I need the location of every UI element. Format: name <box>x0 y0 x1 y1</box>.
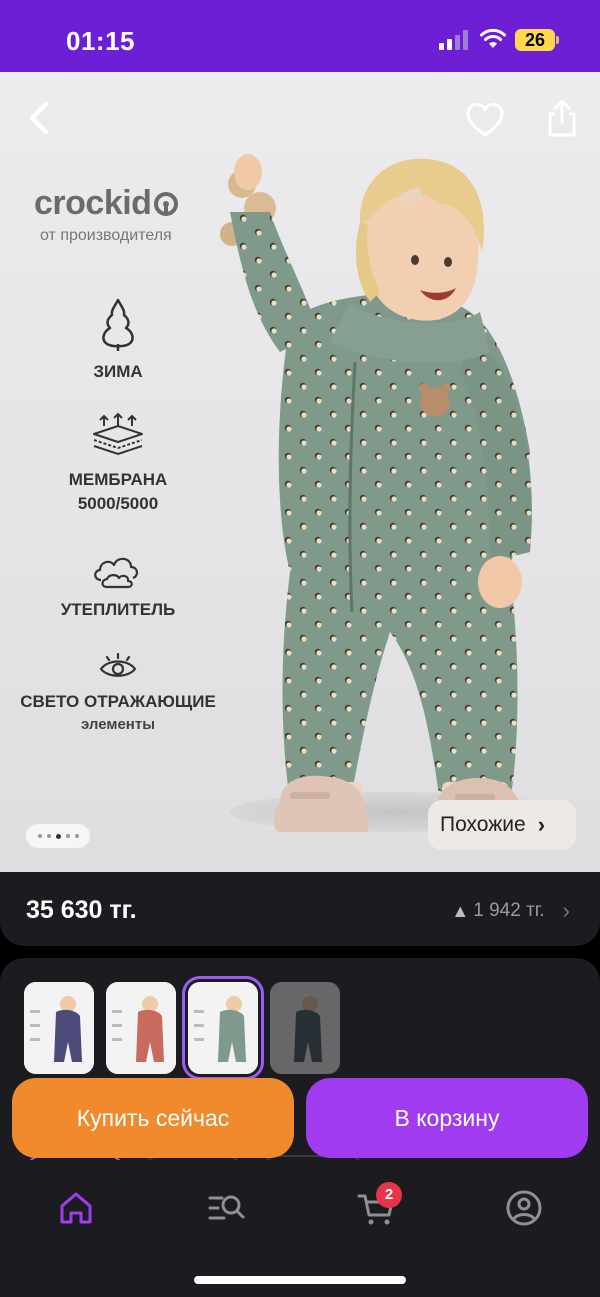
back-button[interactable] <box>22 98 58 138</box>
page-dot <box>37 834 42 838</box>
color-variant-coral[interactable] <box>106 982 176 1074</box>
battery-tip <box>556 36 559 44</box>
brand-mark-icon <box>154 191 179 216</box>
chevron-right-icon: › <box>562 898 570 923</box>
home-indicator <box>194 1276 406 1284</box>
variant-thumbnail <box>188 982 258 1074</box>
feature-title: МЕМБРАНА <box>68 470 168 489</box>
battery-indicator: 26 <box>515 29 555 51</box>
triangle-up-icon: ▲ <box>451 900 470 921</box>
page-dot-active <box>55 833 61 839</box>
feature-title: СВЕТО ОТРАЖАЮЩИЕ <box>20 692 216 711</box>
price-card[interactable]: 35 630 тг. ▲ 1 942 тг. › <box>0 872 600 946</box>
product-image-gallery[interactable]: crockid от производителя ЗИМА МЕМБРАНА 5… <box>0 72 600 872</box>
price-change[interactable]: ▲ 1 942 тг. › <box>451 898 570 924</box>
cart-badge: 2 <box>376 1182 402 1208</box>
price-delta-value: 1 942 тг. <box>473 900 545 921</box>
feature-reflective: СВЕТО ОТРАЖАЮЩИЕ элементы <box>20 652 216 736</box>
similar-label: Похожие <box>440 813 526 836</box>
color-variant-navy[interactable] <box>24 982 94 1074</box>
variant-thumbnail <box>270 982 340 1074</box>
wifi-icon <box>480 28 506 48</box>
home-icon[interactable] <box>56 1188 96 1228</box>
feature-subtitle: 5000/5000 <box>77 494 159 513</box>
product-price: 35 630 тг. <box>26 896 137 924</box>
membrane-icon <box>93 412 143 456</box>
feature-membrane: МЕМБРАНА 5000/5000 <box>20 412 216 516</box>
feature-insulation: УТЕПЛИТЕЛЬ <box>20 550 216 622</box>
brand-subtitle: от производителя <box>40 227 172 244</box>
status-time: 01:15 <box>66 26 135 56</box>
cellular-signal-icon <box>439 30 468 50</box>
status-bar: 01:15 26 <box>0 0 600 72</box>
buy-now-button[interactable]: Купить сейчас <box>12 1078 294 1158</box>
product-photo <box>220 154 532 832</box>
feature-winter: ЗИМА <box>20 298 216 384</box>
brand-logo: crockid от производителя <box>34 184 204 245</box>
eye-icon <box>99 652 137 677</box>
feature-title: УТЕПЛИТЕЛЬ <box>60 600 176 619</box>
color-variant-dark-teal[interactable] <box>270 982 340 1074</box>
profile-icon[interactable] <box>504 1188 544 1228</box>
variant-thumbnail <box>106 982 176 1074</box>
add-to-cart-button[interactable]: В корзину <box>306 1078 588 1158</box>
tree-icon <box>102 298 134 351</box>
color-variant-sage-selected[interactable] <box>182 976 264 1080</box>
page-dot <box>74 834 79 838</box>
chevron-right-icon: › <box>537 812 546 837</box>
feature-title: ЗИМА <box>93 362 143 381</box>
variant-thumbnail <box>24 982 94 1074</box>
cloud-icon <box>94 557 138 589</box>
page-dot <box>46 834 51 838</box>
gallery-page-indicator <box>26 824 90 848</box>
catalog-search-icon[interactable] <box>206 1188 246 1228</box>
page-dot <box>65 834 70 838</box>
brand-name: crockid <box>34 184 152 222</box>
feature-subtitle: элементы <box>80 716 156 733</box>
similar-products-button[interactable]: Похожие › <box>428 800 576 850</box>
